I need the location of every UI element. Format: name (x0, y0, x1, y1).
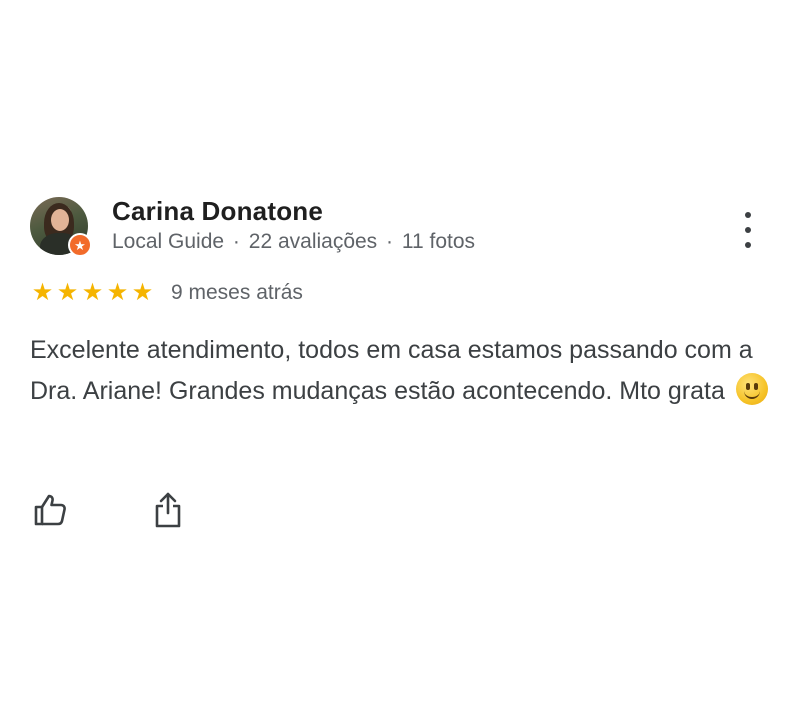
like-button[interactable] (30, 490, 70, 530)
meta-separator: · (386, 230, 394, 253)
smiley-emoji-icon (735, 373, 768, 405)
more-vert-icon (745, 212, 751, 218)
review-card: ★ Carina Donatone Local Guide · 22 avali… (0, 0, 800, 711)
star-rating: ★ ★ ★ ★ ★ (30, 281, 155, 305)
star-icon: ★ (31, 279, 54, 306)
more-options-button[interactable] (738, 212, 758, 248)
share-icon (155, 492, 181, 528)
author-name[interactable]: Carina Donatone (112, 196, 323, 227)
review-text: Excelente atendimento, todos em casa est… (30, 330, 770, 412)
rating-row: ★ ★ ★ ★ ★ 9 meses atrás (30, 280, 303, 306)
share-button[interactable] (148, 490, 188, 530)
star-icon: ★ (81, 279, 104, 306)
star-icon: ★ (131, 279, 154, 306)
more-vert-icon-dot (745, 227, 751, 233)
review-count: 22 avaliações (248, 230, 378, 253)
review-time: 9 meses atrás (171, 281, 303, 304)
meta-separator: · (232, 230, 240, 253)
star-icon: ★ (106, 279, 129, 306)
review-body: Excelente atendimento, todos em casa est… (30, 336, 753, 405)
thumbs-up-icon (34, 494, 66, 526)
photo-count: 11 fotos (401, 230, 476, 253)
avatar[interactable]: ★ (30, 197, 92, 257)
star-icon: ★ (56, 279, 79, 306)
local-guide-label: Local Guide (112, 230, 225, 253)
author-meta: Local Guide · 22 avaliações · 11 fotos (112, 230, 475, 254)
more-vert-icon-dot (745, 242, 751, 248)
local-guide-badge-icon: ★ (68, 233, 92, 257)
